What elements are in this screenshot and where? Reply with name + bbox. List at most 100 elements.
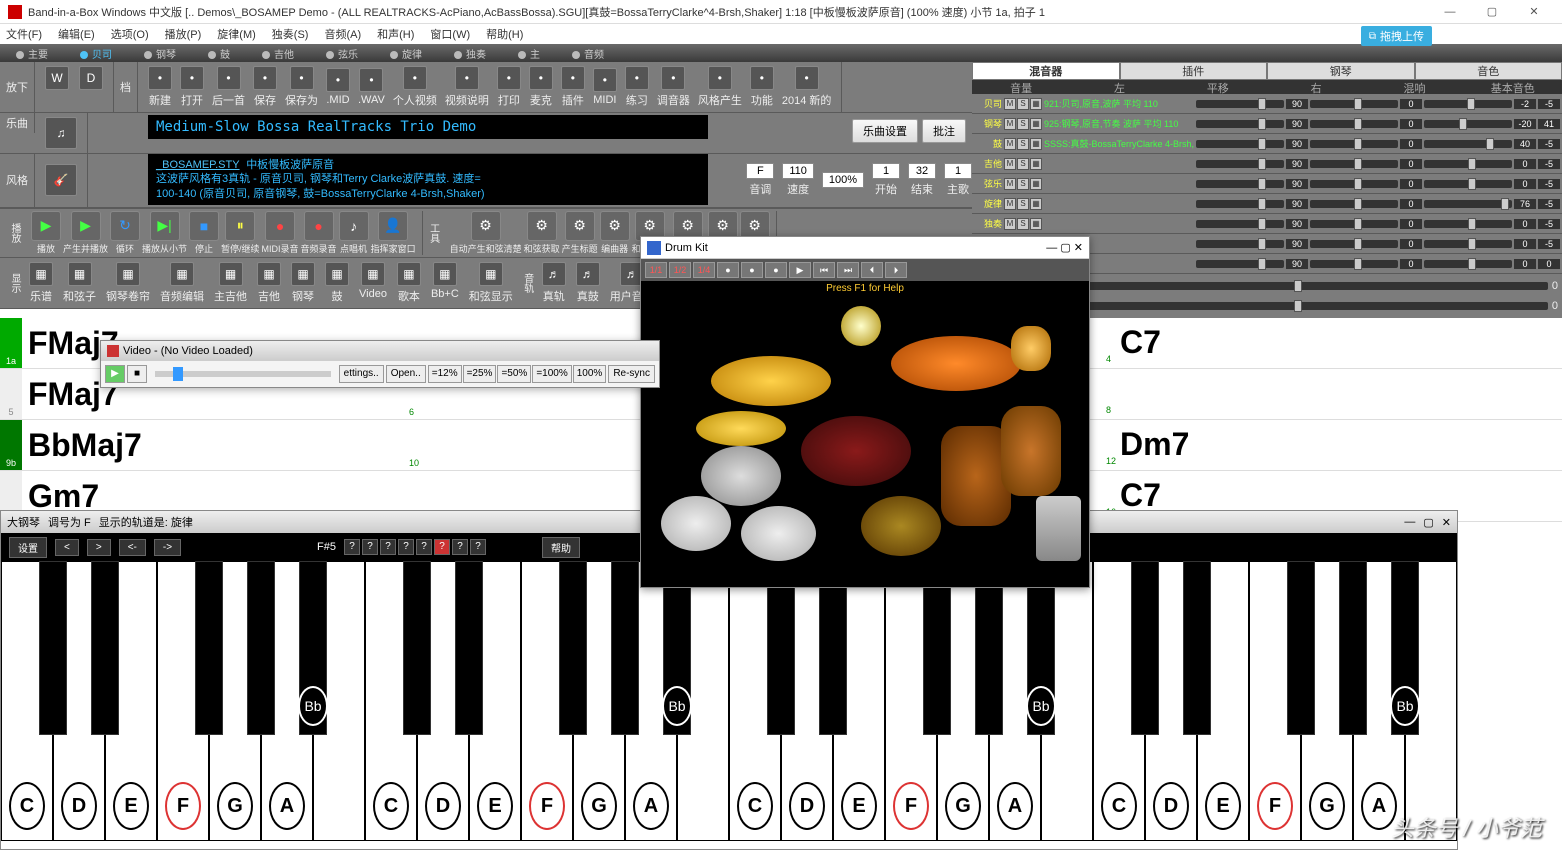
piano-next2[interactable]: -> <box>154 539 181 556</box>
drum-ctrl-button[interactable]: ● <box>765 262 787 278</box>
style-link[interactable]: _BOSAMEP.STY <box>156 159 240 171</box>
reverb-slider[interactable] <box>1424 200 1512 208</box>
toolbar-button[interactable]: •保存 <box>249 64 281 110</box>
menu-item[interactable]: 选项(O) <box>111 26 149 42</box>
snare-drum[interactable] <box>701 446 781 506</box>
white-key[interactable]: D <box>1145 561 1197 841</box>
toolbar-button[interactable]: •2014 新的 <box>778 64 836 110</box>
show-button[interactable]: ▦音频编辑 <box>156 260 208 306</box>
track-tab[interactable]: 主要 <box>0 46 64 61</box>
transport-button[interactable]: 👤 <box>378 211 408 241</box>
drum-maximize[interactable]: ▢ <box>1060 241 1070 254</box>
song-settings-button[interactable]: 乐曲设置 <box>852 119 918 143</box>
menu-item[interactable]: 文件(F) <box>6 26 42 42</box>
key-field[interactable]: F音调 <box>746 163 774 197</box>
song-icon[interactable]: ♫ <box>41 115 81 151</box>
tool-button[interactable]: ⚙ <box>600 211 630 241</box>
song-title[interactable]: Medium-Slow Bossa RealTracks Trio Demo <box>148 115 708 139</box>
toolbar-button[interactable]: •.WAV <box>354 66 389 108</box>
white-key[interactable]: F <box>521 561 573 841</box>
bar-number[interactable]: 1a <box>0 318 22 368</box>
start-field[interactable]: 1开始 <box>872 163 900 197</box>
pan-slider[interactable] <box>1310 240 1398 248</box>
white-key[interactable]: A <box>261 561 313 841</box>
track-tab[interactable]: 鼓 <box>192 46 246 61</box>
reverb-slider[interactable] <box>1424 240 1512 248</box>
toolbar-button[interactable]: •保存为 <box>281 64 322 110</box>
video-play[interactable]: ▶ <box>105 365 125 383</box>
mixer-tab[interactable]: 混音器 <box>972 62 1120 80</box>
mixer-tab[interactable]: 插件 <box>1120 62 1268 80</box>
white-key[interactable]: G <box>1301 561 1353 841</box>
reverb-slider[interactable] <box>1424 140 1512 148</box>
white-key[interactable]: C <box>729 561 781 841</box>
tool-button[interactable]: ⚙ <box>471 211 501 241</box>
volume-slider[interactable] <box>1196 120 1284 128</box>
chord-cell[interactable]: 12Dm7 <box>1120 426 1189 463</box>
toolbar-button[interactable]: •.MID <box>322 66 354 108</box>
reverb-slider[interactable] <box>1424 220 1512 228</box>
pan-slider[interactable] <box>1310 180 1398 188</box>
tempo-field[interactable]: 110速度 <box>782 163 814 197</box>
drum-minimize[interactable]: — <box>1046 242 1057 254</box>
bar-number[interactable]: 9b <box>0 420 22 470</box>
white-key[interactable]: G <box>937 561 989 841</box>
drum-ctrl-button[interactable]: ⏴ <box>861 262 883 278</box>
track-button[interactable]: ♬真轨 <box>538 260 570 306</box>
video-zoom-button[interactable]: 100% <box>573 365 607 383</box>
piano-q-button[interactable]: ? <box>380 539 396 555</box>
drum-close[interactable]: ✕ <box>1074 241 1083 254</box>
daw-drop[interactable]: D <box>75 64 107 92</box>
chord-cell[interactable] <box>1177 420 1562 470</box>
toolbar-button[interactable]: •打开 <box>176 64 208 110</box>
show-button[interactable]: ▦吉他 <box>253 260 285 306</box>
show-button[interactable]: ▦乐谱 <box>25 260 57 306</box>
show-button[interactable]: ▦主吉他 <box>210 260 251 306</box>
volume-slider[interactable] <box>1196 140 1284 148</box>
mixer-tab[interactable]: 钢琴 <box>1267 62 1415 80</box>
piano-q-button[interactable]: ? <box>344 539 360 555</box>
maracas[interactable] <box>1011 326 1051 371</box>
drum-ctrl-button[interactable]: ▶ <box>789 262 811 278</box>
pan-slider[interactable] <box>1310 140 1398 148</box>
volume-slider[interactable] <box>1196 260 1284 268</box>
volume-slider[interactable] <box>1196 220 1284 228</box>
chord-cell[interactable] <box>1177 369 1562 419</box>
video-zoom-button[interactable]: =100% <box>532 365 571 383</box>
show-button[interactable]: ▦Video <box>355 260 391 306</box>
drum-pads[interactable] <box>641 296 1089 586</box>
track-tab[interactable]: 钢琴 <box>128 46 192 61</box>
white-key[interactable] <box>1041 561 1093 841</box>
piano-minimize[interactable]: — <box>1404 516 1415 528</box>
track-tab[interactable]: 音频 <box>556 46 620 61</box>
toolbar-button[interactable]: •MIDI <box>589 66 621 108</box>
master-slider[interactable] <box>1040 282 1548 290</box>
toolbar-button[interactable]: •视频说明 <box>441 64 493 110</box>
video-zoom-button[interactable]: =50% <box>497 365 531 383</box>
white-key[interactable]: F <box>885 561 937 841</box>
video-settings[interactable]: ettings.. <box>339 365 384 383</box>
wav-drop[interactable]: W <box>41 64 73 92</box>
video-resync[interactable]: Re-sync <box>608 365 655 383</box>
white-key[interactable]: A <box>625 561 677 841</box>
white-key[interactable]: A <box>989 561 1041 841</box>
transport-button[interactable]: ↻ <box>110 211 140 241</box>
chord-cell[interactable]: BbMaj7 <box>22 420 407 470</box>
video-stop[interactable]: ■ <box>127 365 147 383</box>
show-button[interactable]: ▦钢琴 <box>287 260 319 306</box>
menu-item[interactable]: 编辑(E) <box>58 26 95 42</box>
volume-slider[interactable] <box>1196 180 1284 188</box>
piano-prev[interactable]: < <box>55 539 79 556</box>
pan-slider[interactable] <box>1310 200 1398 208</box>
drum-ctrl-button[interactable]: ⏮ <box>813 262 835 278</box>
white-key[interactable]: C <box>1093 561 1145 841</box>
show-button[interactable]: ▦和弦子 <box>59 260 100 306</box>
style-description[interactable]: _BOSAMEP.STY 中板慢板波萨原音 这波萨风格有3真轨 - 原音贝司, … <box>148 154 708 205</box>
menu-item[interactable]: 独奏(S) <box>272 26 309 42</box>
mixer-tab[interactable]: 音色 <box>1415 62 1562 80</box>
piano-help-button[interactable]: 帮助 <box>542 537 580 558</box>
volume-slider[interactable] <box>1196 240 1284 248</box>
chorus-field[interactable]: 1主歌 <box>944 163 972 197</box>
white-key[interactable]: G <box>573 561 625 841</box>
video-zoom-button[interactable]: =25% <box>463 365 497 383</box>
